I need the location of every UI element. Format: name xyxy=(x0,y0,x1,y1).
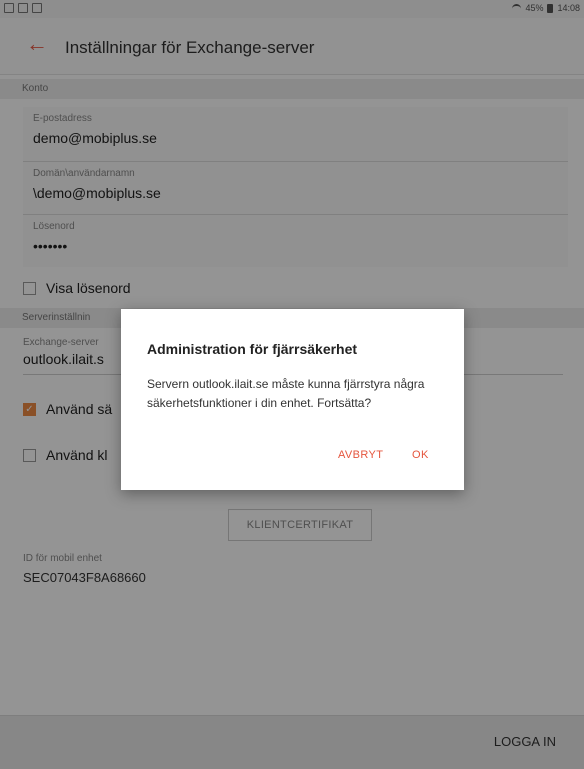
dialog-message: Servern outlook.ilait.se måste kunna fjä… xyxy=(147,377,425,410)
cancel-button[interactable]: AVBRYT xyxy=(338,449,383,461)
remote-security-dialog: Administration för fjärrsäkerhet Servern… xyxy=(121,309,464,490)
ok-button[interactable]: OK xyxy=(412,449,429,461)
dialog-title: Administration för fjärrsäkerhet xyxy=(147,341,358,357)
